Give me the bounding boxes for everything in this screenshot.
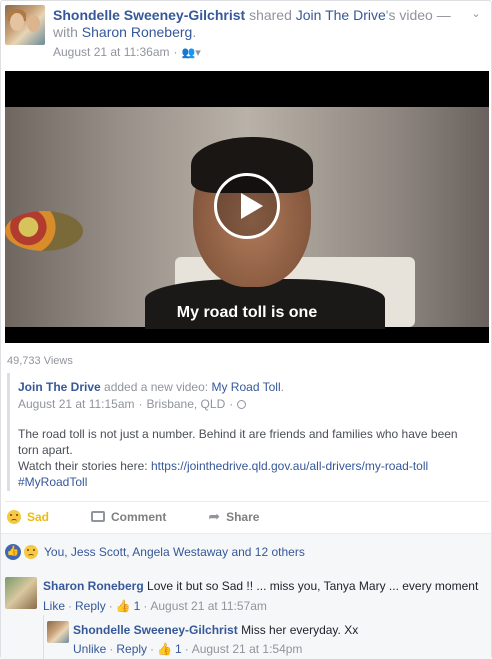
reactions-names[interactable]: You, Jess Scott, Angela Westaway and 12 … bbox=[44, 545, 305, 559]
tagged-user[interactable]: Sharon Roneberg bbox=[82, 24, 193, 40]
reply-avatar[interactable] bbox=[47, 621, 69, 643]
video-title-link[interactable]: My Road Toll bbox=[211, 380, 280, 394]
share-icon: ➦ bbox=[208, 508, 221, 524]
desc-line2: Watch their stories here: https://jointh… bbox=[18, 458, 478, 474]
sad-emoji-icon bbox=[7, 509, 21, 524]
reply-like-count[interactable]: 1 bbox=[175, 642, 182, 656]
shared-post: Join The Drive added a new video: My Roa… bbox=[7, 373, 485, 491]
avatar-face-2 bbox=[27, 15, 40, 32]
share-button[interactable]: ➦ Share bbox=[208, 508, 259, 525]
comments-section: Sharon Roneberg Love it but so Sad !! ..… bbox=[1, 569, 491, 659]
globe-icon bbox=[237, 399, 247, 409]
reply-author[interactable]: Shondelle Sweeney-Gilchrist bbox=[73, 623, 238, 637]
post-timestamp[interactable]: August 21 at 11:36am bbox=[53, 45, 170, 59]
author-avatar[interactable] bbox=[5, 5, 45, 45]
shared-page-link[interactable]: Join The Drive bbox=[18, 380, 101, 394]
reply-meta-dot: · bbox=[109, 642, 114, 656]
post-card: Shondelle Sweeney-Gilchrist shared Join … bbox=[0, 0, 492, 659]
desc-prefix: Watch their stories here: bbox=[18, 459, 151, 473]
avatar-face bbox=[10, 13, 24, 31]
reply-time[interactable]: August 21 at 1:54pm bbox=[192, 642, 303, 656]
comment-text: Love it but so Sad !! ... miss you, Tany… bbox=[147, 579, 479, 593]
chevron-down-icon[interactable]: ⌄ bbox=[469, 7, 483, 21]
sad-reaction-icon bbox=[24, 544, 38, 559]
shared-meta-dot: · bbox=[138, 397, 143, 411]
comment-body: Sharon Roneberg Love it but so Sad !! ..… bbox=[43, 579, 478, 593]
video-caption: My road toll is one bbox=[176, 304, 318, 321]
hashtag-link[interactable]: #MyRoadToll bbox=[18, 474, 478, 490]
shared-headline: Join The Drive added a new video: My Roa… bbox=[18, 380, 284, 394]
shared-timestamp[interactable]: August 21 at 11:15am bbox=[18, 397, 135, 411]
post-header: Shondelle Sweeney-Gilchrist shared Join … bbox=[1, 1, 491, 69]
shared-text: shared bbox=[249, 7, 292, 23]
comment-meta-dot: · bbox=[68, 599, 73, 613]
comment-button[interactable]: Comment bbox=[91, 510, 166, 524]
comment-like-link[interactable]: Like bbox=[43, 599, 65, 613]
comment-meta-dot-3: · bbox=[143, 599, 148, 613]
shared-meta: August 21 at 11:15am · Brisbane, QLD · bbox=[18, 397, 247, 411]
sad-label: Sad bbox=[27, 509, 50, 524]
page-link[interactable]: Join The Drive bbox=[296, 7, 386, 23]
comment-reply-link[interactable]: Reply bbox=[75, 599, 106, 613]
reply-meta: Unlike · Reply · 👍 1 · August 21 at 1:54… bbox=[73, 642, 302, 656]
sad-reaction-button[interactable]: Sad bbox=[7, 509, 50, 524]
desc-line1: The road toll is not just a number. Behi… bbox=[18, 427, 458, 457]
thumbs-up-icon: 👍 bbox=[115, 599, 131, 613]
reply-unlike-link[interactable]: Unlike bbox=[73, 642, 106, 656]
friends-icon[interactable]: 👥▾ bbox=[182, 46, 201, 59]
reply-reply-link[interactable]: Reply bbox=[116, 642, 147, 656]
view-count: 49,733 Views bbox=[7, 355, 73, 367]
comment-author[interactable]: Sharon Roneberg bbox=[43, 579, 144, 593]
reactions-summary[interactable]: 👍 You, Jess Scott, Angela Westaway and 1… bbox=[1, 533, 491, 569]
video-title-suffix: . bbox=[280, 380, 284, 394]
reply-body: Shondelle Sweeney-Gilchrist Miss her eve… bbox=[73, 623, 358, 637]
post-headline: Shondelle Sweeney-Gilchrist shared Join … bbox=[53, 7, 463, 41]
meta-dot: · bbox=[173, 45, 178, 59]
post-meta: August 21 at 11:36am · 👥▾ bbox=[53, 45, 201, 59]
like-reaction-icon: 👍 bbox=[5, 543, 21, 560]
comment-label: Comment bbox=[111, 509, 167, 524]
shared-description: The road toll is not just a number. Behi… bbox=[18, 426, 478, 490]
comment-meta: Like · Reply · 👍 1 · August 21 at 11:57a… bbox=[43, 599, 267, 613]
comment-icon bbox=[91, 511, 106, 522]
author-name[interactable]: Shondelle Sweeney-Gilchrist bbox=[53, 7, 245, 23]
shared-location[interactable]: Brisbane, QLD bbox=[147, 397, 226, 411]
reply-text: Miss her everyday. Xx bbox=[241, 623, 359, 637]
comment-meta-dot-2: · bbox=[108, 599, 113, 613]
road-toll-link[interactable]: https://jointhedrive.qld.gov.au/all-driv… bbox=[151, 459, 428, 473]
comment-like-count[interactable]: 1 bbox=[134, 599, 141, 613]
action-bar: Sad Comment ➦ Share bbox=[5, 501, 489, 531]
with-text: with bbox=[53, 24, 78, 40]
tagged-suffix: . bbox=[192, 24, 197, 40]
share-label: Share bbox=[226, 509, 260, 524]
reply-meta-dot-3: · bbox=[184, 642, 189, 656]
reply-thread-line bbox=[43, 615, 44, 659]
reply-meta-dot-2: · bbox=[150, 642, 155, 656]
shared-meta-dot-2: · bbox=[229, 397, 234, 411]
fruit-bowl bbox=[5, 211, 83, 251]
added-text: added a new video: bbox=[104, 380, 209, 394]
video-player[interactable]: My road toll is one bbox=[5, 71, 489, 343]
video-suffix: 's video — bbox=[385, 7, 451, 23]
play-icon[interactable] bbox=[214, 173, 280, 239]
comment-time[interactable]: August 21 at 11:57am bbox=[150, 599, 267, 613]
commenter-avatar[interactable] bbox=[5, 577, 37, 609]
thumbs-up-icon: 👍 bbox=[157, 642, 172, 656]
